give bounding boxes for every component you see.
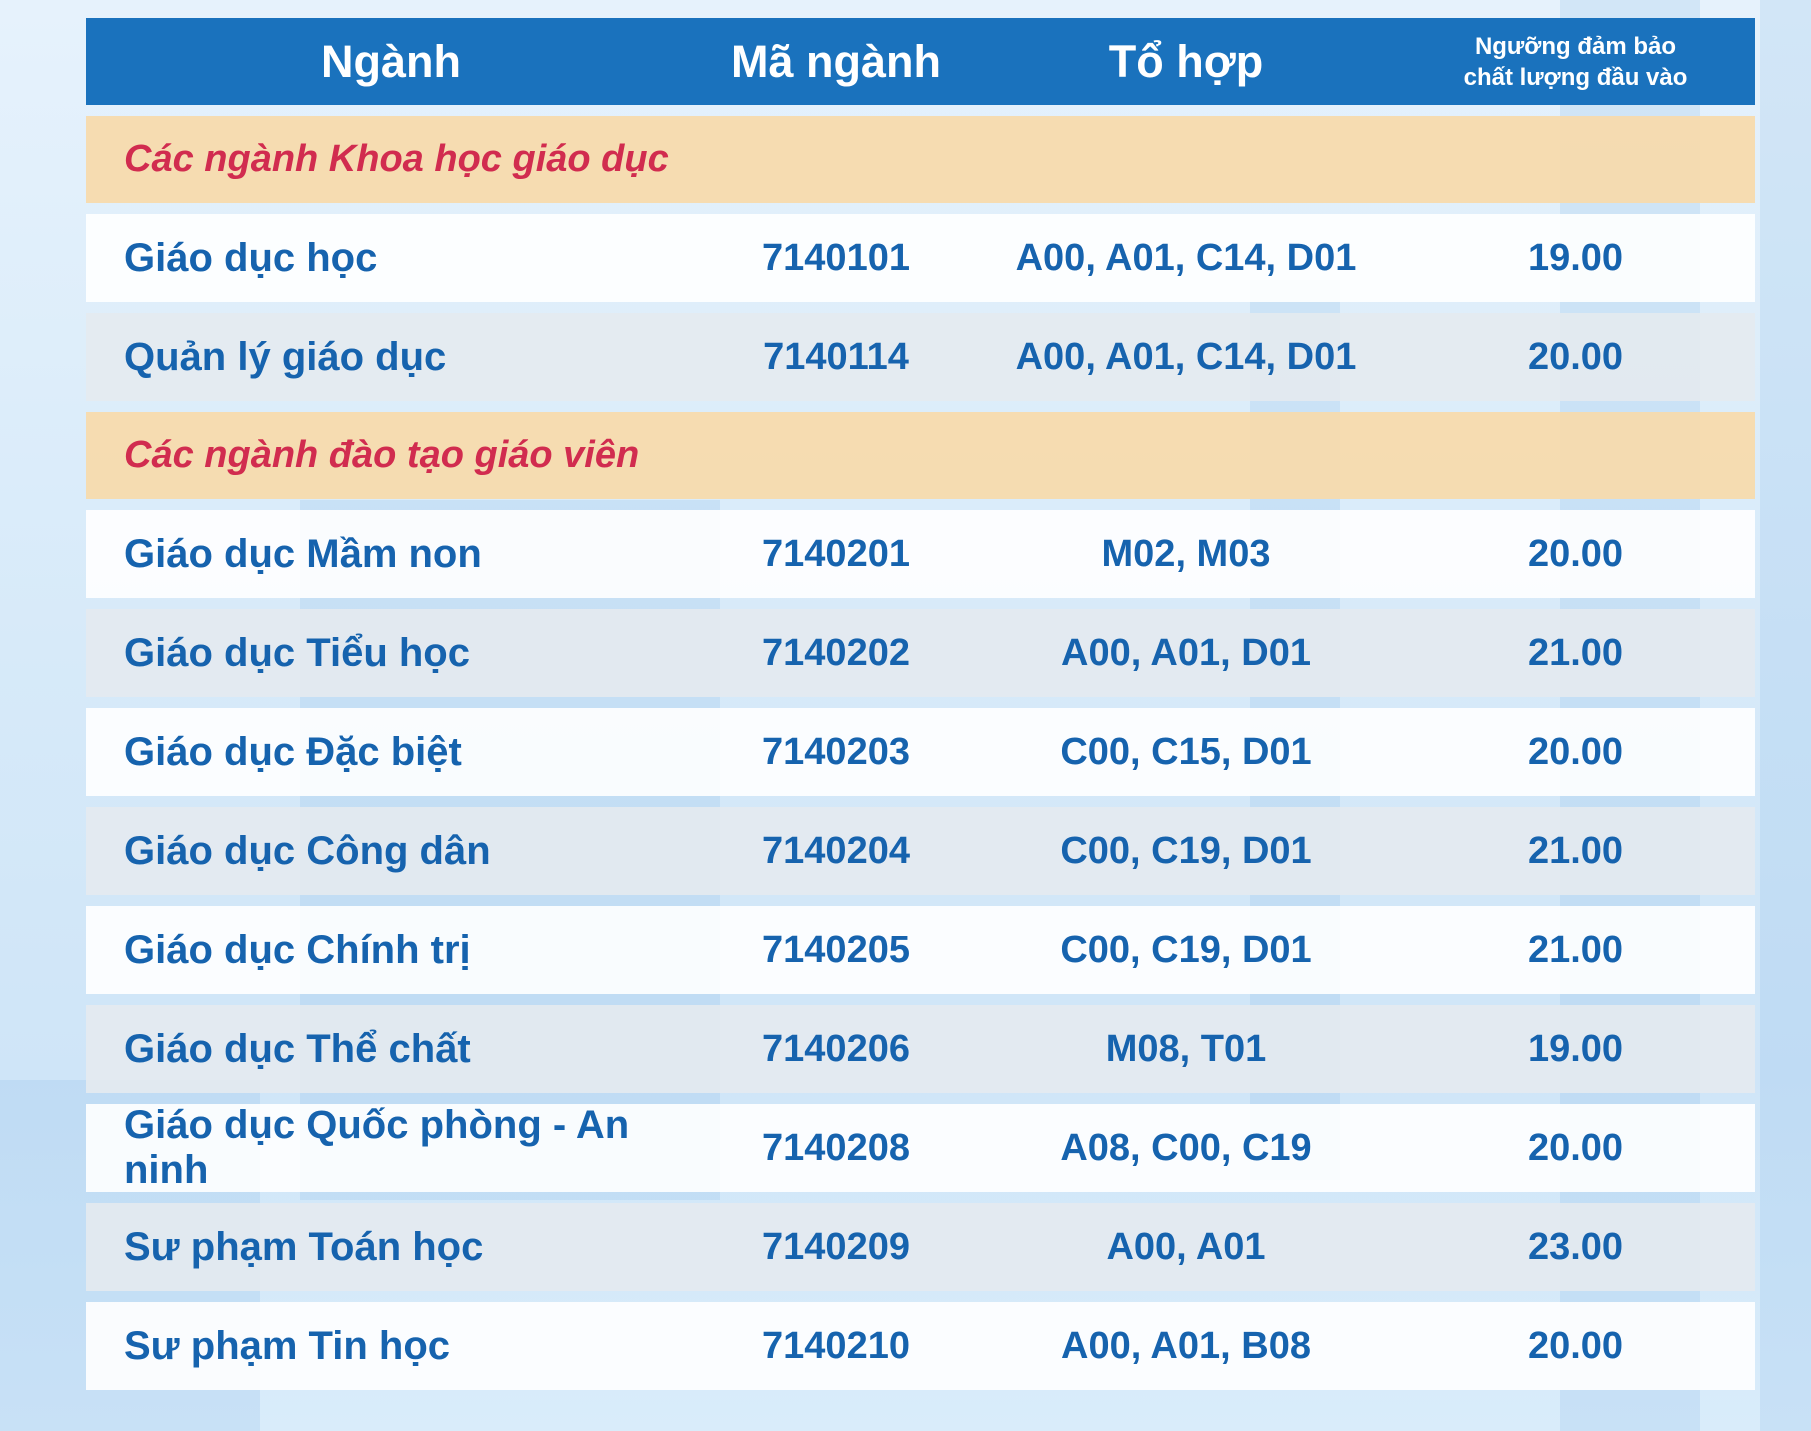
major-name: Giáo dục Chính trị — [124, 927, 471, 972]
major-name: Giáo dục Công dân — [124, 828, 491, 873]
major-code: 7140206 — [762, 1027, 910, 1070]
subject-combination: C00, C19, D01 — [1060, 928, 1312, 971]
table-row: Giáo dục Công dân 7140204 C00, C19, D01 … — [86, 807, 1755, 895]
subject-combination: C00, C19, D01 — [1060, 829, 1312, 872]
table-row: Sư phạm Toán học 7140209 A00, A01 23.00 — [86, 1203, 1755, 1291]
section-title: Các ngành đào tạo giáo viên — [86, 412, 1755, 499]
table-row: Giáo dục Đặc biệt 7140203 C00, C15, D01 … — [86, 708, 1755, 796]
threshold-score: 21.00 — [1527, 829, 1624, 872]
header-threshold-line2: chất lượng đầu vào — [1463, 63, 1688, 91]
table-row: Sư phạm Tin học 7140210 A00, A01, B08 20… — [86, 1302, 1755, 1390]
header-combination: Tổ hợp — [1108, 35, 1264, 87]
major-name: Sư phạm Tin học — [124, 1323, 451, 1368]
major-name: Giáo dục Thể chất — [124, 1026, 471, 1071]
table-row: Giáo dục Chính trị 7140205 C00, C19, D01… — [86, 906, 1755, 994]
major-name: Giáo dục Đặc biệt — [124, 729, 462, 774]
subject-combination: A00, A01 — [1106, 1225, 1266, 1268]
threshold-score: 20.00 — [1527, 1126, 1624, 1169]
header-threshold-line1: Ngưỡng đảm bảo — [1474, 32, 1677, 60]
subject-combination: A00, A01, B08 — [1061, 1324, 1311, 1367]
threshold-score: 20.00 — [1527, 730, 1624, 773]
major-code: 7140209 — [762, 1225, 910, 1268]
major-name: Giáo dục Quốc phòng - An ninh — [124, 1103, 630, 1192]
table-row: Giáo dục Quốc phòng - An ninh 7140208 A0… — [86, 1103, 1755, 1192]
table-header: Ngành Mã ngành Tổ hợp Ngưỡng đảm bảo chấ… — [86, 18, 1755, 105]
threshold-score: 19.00 — [1527, 236, 1624, 279]
admission-threshold-table: Ngành Mã ngành Tổ hợp Ngưỡng đảm bảo chấ… — [86, 18, 1755, 1401]
table-row: Giáo dục Mầm non 7140201 M02, M03 20.00 — [86, 510, 1755, 598]
header-code: Mã ngành — [731, 35, 941, 87]
subject-combination: A00, A01, C14, D01 — [1015, 236, 1357, 279]
major-name: Giáo dục Mầm non — [124, 531, 482, 576]
subject-combination: C00, C15, D01 — [1060, 730, 1312, 773]
major-name: Quản lý giáo dục — [124, 334, 447, 379]
table-row: Giáo dục Tiểu học 7140202 A00, A01, D01 … — [86, 609, 1755, 697]
table-row: Quản lý giáo dục 7140114 A00, A01, C14, … — [86, 313, 1755, 401]
major-name: Giáo dục Tiểu học — [124, 630, 470, 675]
subject-combination: A08, C00, C19 — [1060, 1126, 1312, 1169]
threshold-score: 21.00 — [1527, 928, 1624, 971]
major-code: 7140114 — [763, 335, 909, 378]
subject-combination: M02, M03 — [1101, 532, 1271, 575]
major-code: 7140204 — [762, 829, 910, 872]
threshold-score: 20.00 — [1527, 532, 1624, 575]
major-code: 7140203 — [762, 730, 910, 773]
major-name: Giáo dục học — [124, 235, 378, 280]
subject-combination: A00, A01, C14, D01 — [1015, 335, 1357, 378]
major-code: 7140208 — [762, 1126, 910, 1169]
threshold-score: 21.00 — [1527, 631, 1624, 674]
major-code: 7140201 — [762, 532, 910, 575]
threshold-score: 20.00 — [1527, 1324, 1624, 1367]
subject-combination: A00, A01, D01 — [1061, 631, 1311, 674]
subject-combination: M08, T01 — [1105, 1027, 1267, 1070]
major-code: 7140202 — [762, 631, 910, 674]
major-code: 7140205 — [762, 928, 910, 971]
major-code: 7140210 — [762, 1324, 910, 1367]
header-threshold: Ngưỡng đảm bảo chất lượng đầu vào — [1396, 31, 1755, 93]
major-code: 7140101 — [762, 236, 910, 279]
table-row: Giáo dục học 7140101 A00, A01, C14, D01 … — [86, 214, 1755, 302]
header-major: Ngành — [321, 35, 461, 87]
section-title: Các ngành Khoa học giáo dục — [86, 116, 1755, 203]
threshold-score: 20.00 — [1527, 335, 1624, 378]
threshold-score: 23.00 — [1527, 1225, 1624, 1268]
threshold-score: 19.00 — [1527, 1027, 1624, 1070]
table-row: Giáo dục Thể chất 7140206 M08, T01 19.00 — [86, 1005, 1755, 1093]
major-name: Sư phạm Toán học — [124, 1224, 484, 1269]
